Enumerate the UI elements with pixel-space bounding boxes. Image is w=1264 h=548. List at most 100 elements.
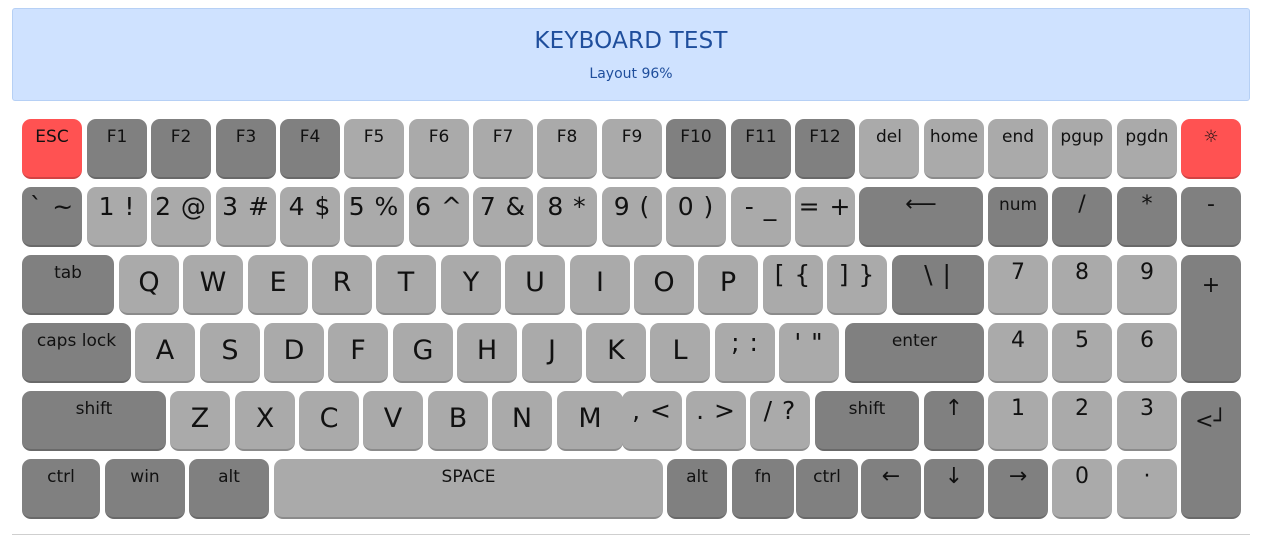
key-esc[interactable]: ESC	[22, 119, 82, 179]
key-3[interactable]: 3 #	[216, 187, 276, 247]
key-shift-left[interactable]: shift	[22, 391, 166, 451]
key-num-enter-lower[interactable]	[1181, 451, 1241, 519]
key-home[interactable]: home	[924, 119, 984, 179]
key-q[interactable]: Q	[119, 255, 179, 315]
key-del[interactable]: del	[859, 119, 919, 179]
key-quote[interactable]: ' "	[779, 323, 839, 383]
key-f9[interactable]: F9	[602, 119, 662, 179]
key-2[interactable]: 2 @	[151, 187, 211, 247]
key-f[interactable]: F	[328, 323, 388, 383]
key-b[interactable]: B	[428, 391, 488, 451]
key-pgdn[interactable]: pgdn	[1117, 119, 1177, 179]
key-pgup[interactable]: pgup	[1052, 119, 1112, 179]
key-f5[interactable]: F5	[344, 119, 404, 179]
key-f10[interactable]: F10	[666, 119, 726, 179]
key-space[interactable]: SPACE	[274, 459, 663, 519]
key-num-5[interactable]: 5	[1052, 323, 1112, 383]
arrow-down-icon[interactable]: ↓	[924, 459, 984, 519]
arrow-up-icon[interactable]: ↑	[924, 391, 984, 451]
key-f4[interactable]: F4	[280, 119, 340, 179]
key-f12[interactable]: F12	[795, 119, 855, 179]
key-num-dot[interactable]: ·	[1117, 459, 1177, 519]
key-x[interactable]: X	[235, 391, 295, 451]
key-num-6[interactable]: 6	[1117, 323, 1177, 383]
key-tab[interactable]: tab	[22, 255, 114, 315]
key-f7[interactable]: F7	[473, 119, 533, 179]
key-c[interactable]: C	[299, 391, 359, 451]
key-num-plus[interactable]: +	[1181, 255, 1241, 323]
key-1[interactable]: 1 !	[87, 187, 147, 247]
key-num-7[interactable]: 7	[988, 255, 1048, 315]
key-numlock[interactable]: num	[988, 187, 1048, 247]
key-enter[interactable]: enter	[845, 323, 984, 383]
key-num-slash[interactable]: /	[1052, 187, 1112, 247]
key-f6[interactable]: F6	[409, 119, 469, 179]
key-6[interactable]: 6 ^	[409, 187, 469, 247]
key-semicolon[interactable]: ; :	[715, 323, 775, 383]
key-g[interactable]: G	[393, 323, 453, 383]
arrow-left-icon[interactable]: ←	[861, 459, 921, 519]
key-f2[interactable]: F2	[151, 119, 211, 179]
key-num-1[interactable]: 1	[988, 391, 1048, 451]
arrow-right-icon[interactable]: →	[988, 459, 1048, 519]
key-p[interactable]: P	[698, 255, 758, 315]
key-0[interactable]: 0 )	[666, 187, 726, 247]
key-t[interactable]: T	[376, 255, 436, 315]
key-slash[interactable]: / ?	[750, 391, 810, 451]
key-r[interactable]: R	[312, 255, 372, 315]
key-num-3[interactable]: 3	[1117, 391, 1177, 451]
key-f11[interactable]: F11	[731, 119, 791, 179]
key-e[interactable]: E	[248, 255, 308, 315]
key-bracket-right[interactable]: ] }	[827, 255, 887, 315]
key-num-0[interactable]: 0	[1052, 459, 1112, 519]
key-num-asterisk[interactable]: *	[1117, 187, 1177, 247]
key-k[interactable]: K	[586, 323, 646, 383]
key-s[interactable]: S	[200, 323, 260, 383]
key-num-plus-lower[interactable]	[1181, 315, 1241, 383]
key-m[interactable]: M	[557, 391, 623, 451]
key-z[interactable]: Z	[170, 391, 230, 451]
key-o[interactable]: O	[634, 255, 694, 315]
key-w[interactable]: W	[183, 255, 243, 315]
key-i[interactable]: I	[570, 255, 630, 315]
key-backspace[interactable]: ⟵	[859, 187, 983, 247]
key-f3[interactable]: F3	[216, 119, 276, 179]
key-7[interactable]: 7 &	[473, 187, 533, 247]
key-comma[interactable]: , <	[622, 391, 682, 451]
key-8[interactable]: 8 *	[537, 187, 597, 247]
key-ctrl-left[interactable]: ctrl	[22, 459, 100, 519]
key-capslock[interactable]: caps lock	[22, 323, 131, 383]
key-5[interactable]: 5 %	[344, 187, 404, 247]
key-n[interactable]: N	[492, 391, 552, 451]
key-l[interactable]: L	[650, 323, 710, 383]
key-j[interactable]: J	[522, 323, 582, 383]
key-num-4[interactable]: 4	[988, 323, 1048, 383]
key-u[interactable]: U	[505, 255, 565, 315]
key-num-minus[interactable]: -	[1181, 187, 1241, 247]
brightness-icon[interactable]: ☼	[1181, 119, 1241, 179]
key-alt-right[interactable]: alt	[667, 459, 727, 519]
key-win[interactable]: win	[105, 459, 185, 519]
key-fn[interactable]: fn	[732, 459, 794, 519]
key-backslash[interactable]: \ |	[892, 255, 984, 315]
key-y[interactable]: Y	[441, 255, 501, 315]
key-alt-left[interactable]: alt	[189, 459, 269, 519]
key-minus[interactable]: - _	[731, 187, 791, 247]
key-9[interactable]: 9 (	[602, 187, 662, 247]
key-bracket-left[interactable]: [ {	[763, 255, 823, 315]
key-num-2[interactable]: 2	[1052, 391, 1112, 451]
key-equals[interactable]: = +	[795, 187, 855, 247]
key-v[interactable]: V	[363, 391, 423, 451]
key-f8[interactable]: F8	[537, 119, 597, 179]
key-shift-right[interactable]: shift	[815, 391, 919, 451]
key-d[interactable]: D	[264, 323, 324, 383]
key-num-8[interactable]: 8	[1052, 255, 1112, 315]
key-backtick[interactable]: ` ~	[22, 187, 82, 247]
key-ctrl-right[interactable]: ctrl	[796, 459, 858, 519]
key-a[interactable]: A	[135, 323, 195, 383]
key-num-enter[interactable]: <┘	[1181, 391, 1241, 459]
key-num-9[interactable]: 9	[1117, 255, 1177, 315]
key-h[interactable]: H	[457, 323, 517, 383]
key-4[interactable]: 4 $	[280, 187, 340, 247]
key-end[interactable]: end	[988, 119, 1048, 179]
